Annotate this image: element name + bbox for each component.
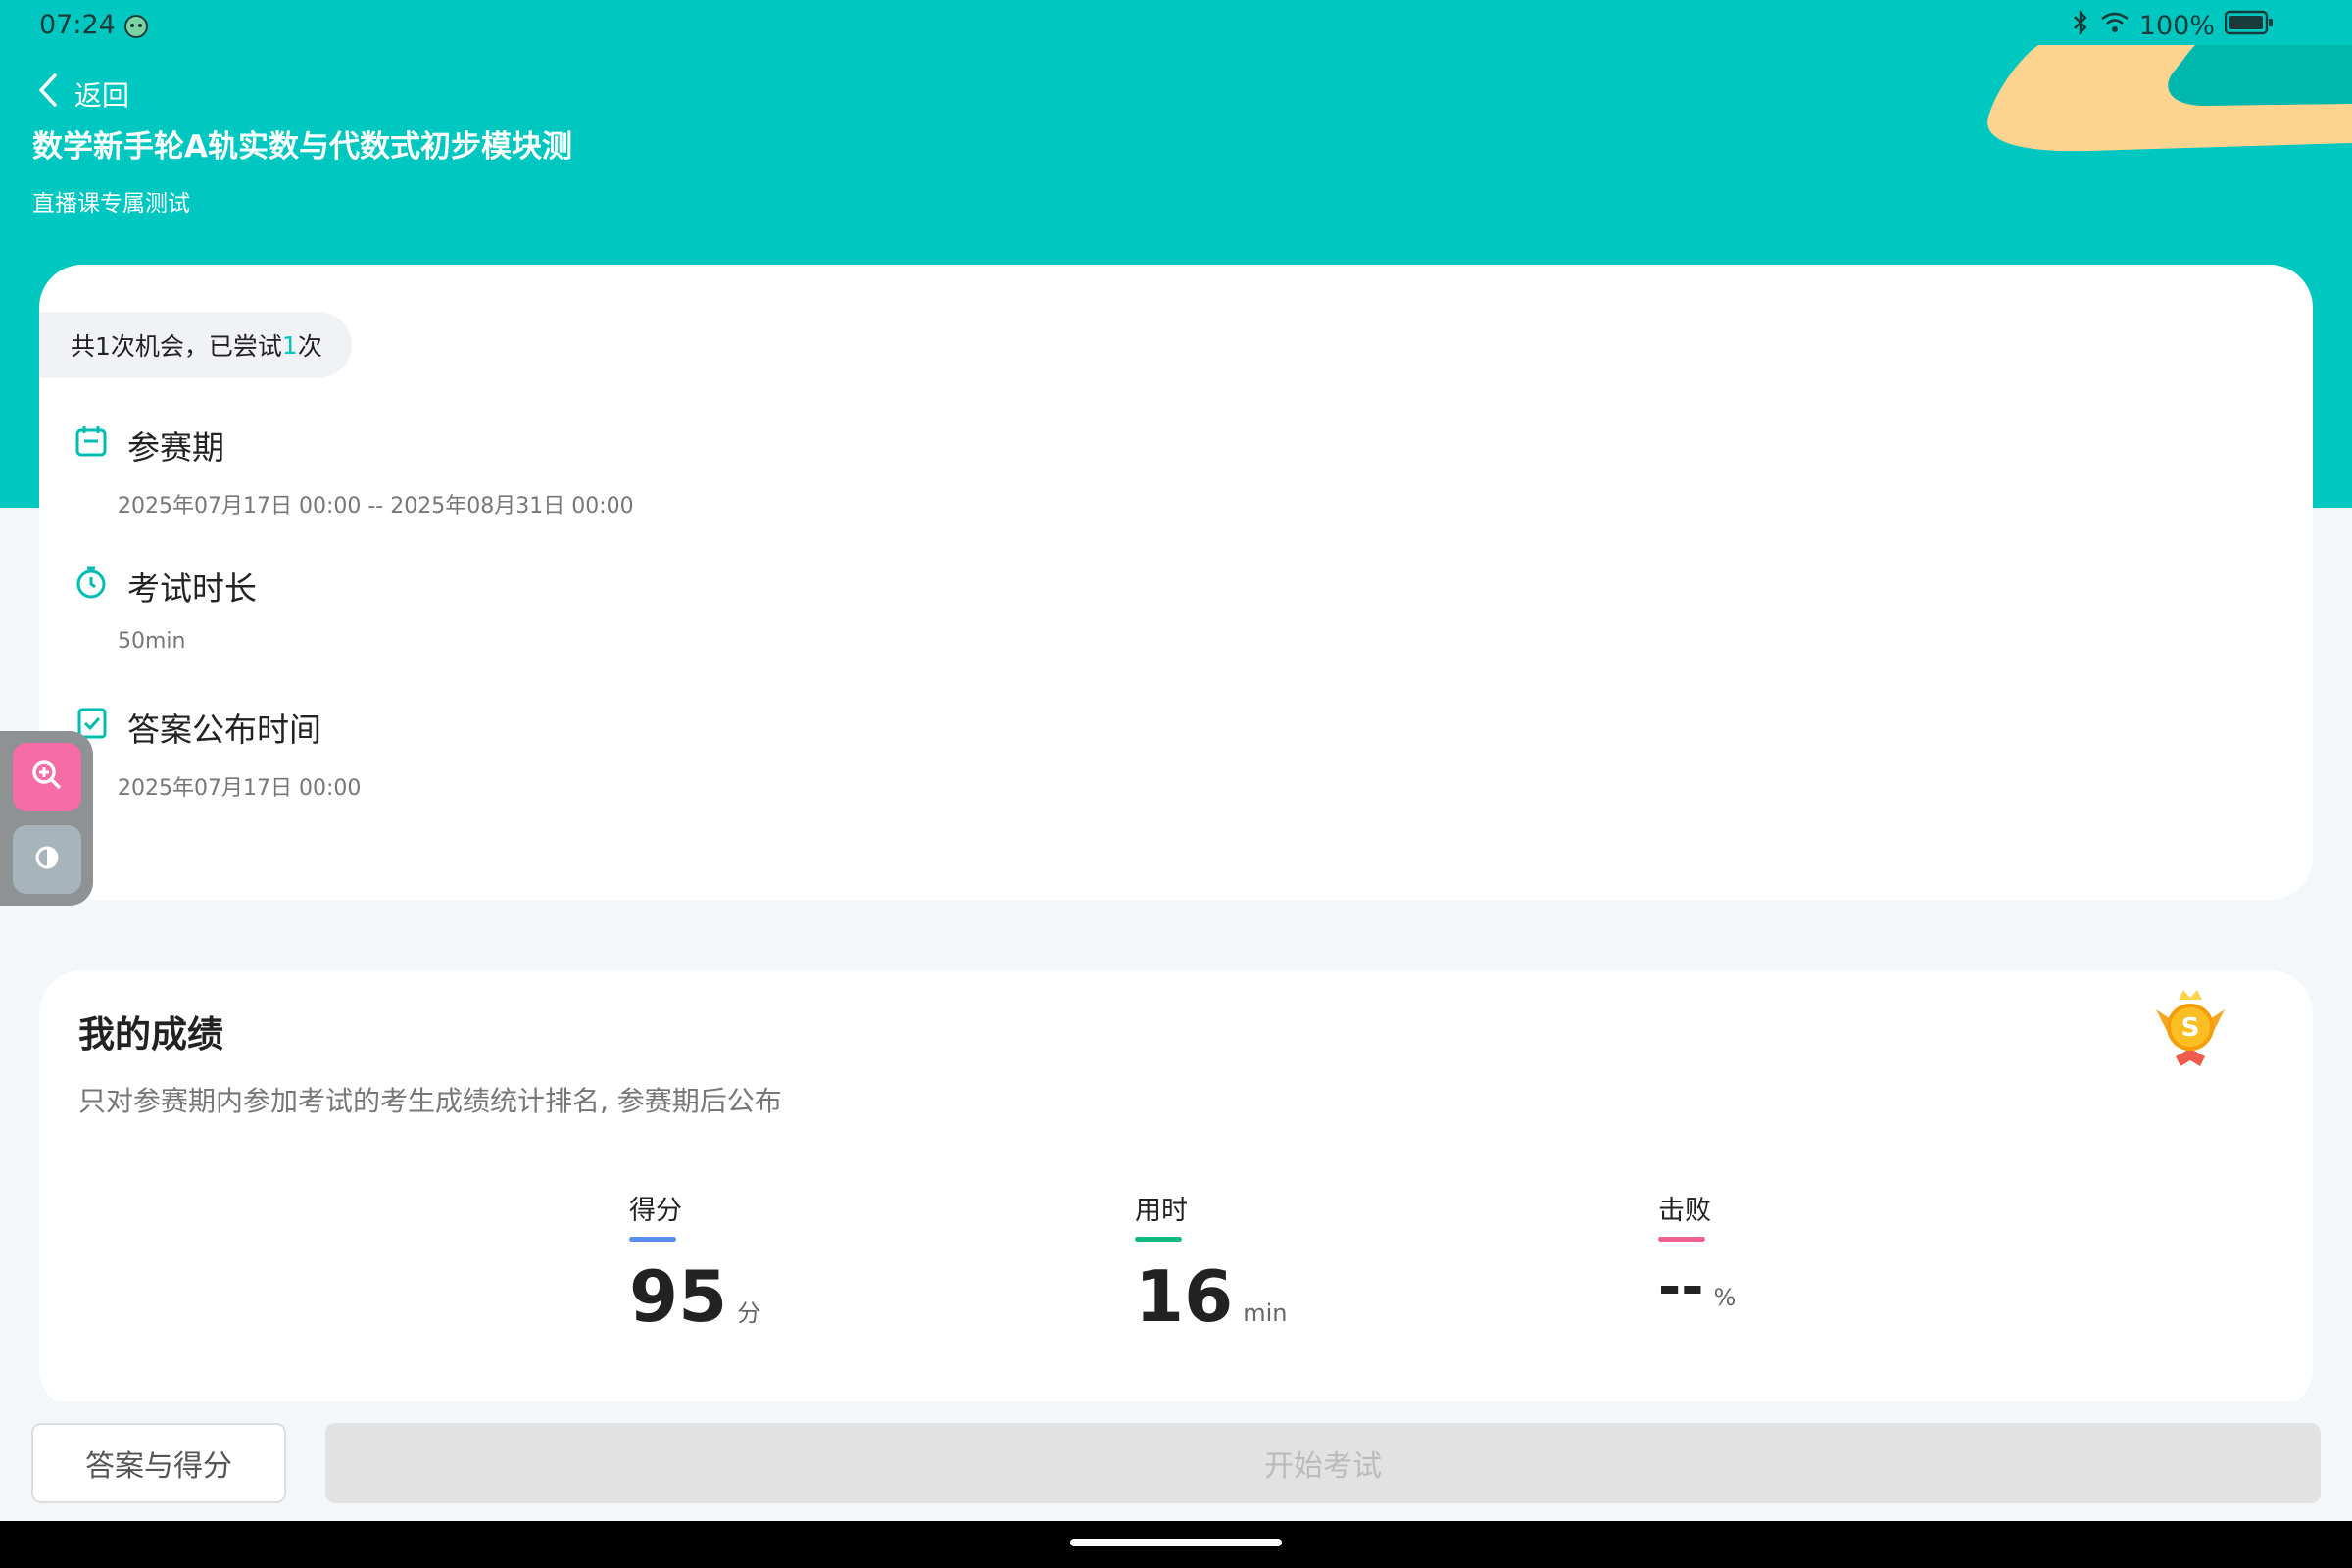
stat-underline-score xyxy=(629,1237,676,1242)
stat-label-score: 得分 xyxy=(629,1196,682,1226)
stat-value-time: 16 xyxy=(1135,1255,1234,1338)
info-label-answer-release: 答案公布时间 xyxy=(127,710,321,749)
status-time: 07:24 xyxy=(39,10,116,40)
zoom-button[interactable] xyxy=(13,743,81,811)
battery-icon xyxy=(2224,10,2274,42)
page-title: 数学新手轮A轨实数与代数式初步模块测 xyxy=(32,129,572,165)
stat-value-score: 95 xyxy=(629,1255,728,1338)
back-label: 返回 xyxy=(74,78,130,112)
score-description: 只对参赛期内参加考试的考生成绩统计排名, 参赛期后公布 xyxy=(78,1085,782,1117)
info-item-period: 参赛期 xyxy=(74,421,224,468)
stat-unit-defeat: % xyxy=(1713,1284,1737,1311)
home-gesture-handle[interactable] xyxy=(1070,1539,1282,1546)
exam-info-card xyxy=(39,265,2313,900)
battery-percent: 100% xyxy=(2138,11,2215,41)
start-exam-button[interactable]: 开始考试 xyxy=(325,1423,2321,1503)
svg-text:S: S xyxy=(2181,1013,2200,1043)
stat-underline-time xyxy=(1135,1237,1182,1242)
wifi-icon xyxy=(2100,11,2130,41)
app-mascot-icon xyxy=(122,10,151,46)
stat-value-defeat: -- xyxy=(1658,1255,1704,1319)
score-title: 我的成绩 xyxy=(78,1013,223,1055)
attempts-suffix: 次 xyxy=(297,332,322,361)
status-right: 100% xyxy=(2071,10,2274,42)
info-label-duration: 考试时长 xyxy=(127,569,257,608)
stat-score: 得分 95 分 xyxy=(629,1189,760,1338)
contrast-button[interactable] xyxy=(13,825,81,894)
info-item-duration: 考试时长 xyxy=(74,563,257,610)
header-decoration xyxy=(1987,45,2352,152)
attempts-prefix: 共1次机会，已尝试 xyxy=(71,332,282,361)
bluetooth-icon xyxy=(2071,10,2090,42)
stat-defeat: 击败 -- % xyxy=(1658,1189,1736,1319)
attempts-badge: 共1次机会，已尝试 1 次 xyxy=(39,312,352,378)
info-value-duration: 50min xyxy=(118,629,186,654)
page-subtitle: 直播课专属测试 xyxy=(32,191,190,217)
zoom-in-icon xyxy=(30,759,64,796)
contrast-icon xyxy=(34,845,60,874)
stat-label-time: 用时 xyxy=(1135,1196,1188,1226)
info-value-period: 2025年07月17日 00:00 -- 2025年08月31日 00:00 xyxy=(118,494,634,518)
info-item-answer-release: 答案公布时间 xyxy=(74,704,321,751)
calendar-icon xyxy=(74,424,108,466)
medal-icon: S xyxy=(2156,990,2225,1066)
info-label-period: 参赛期 xyxy=(127,428,224,466)
attempts-count: 1 xyxy=(281,330,298,360)
answers-and-score-button[interactable]: 答案与得分 xyxy=(31,1423,286,1503)
stopwatch-icon xyxy=(74,565,108,607)
info-value-answer-release: 2025年07月17日 00:00 xyxy=(118,776,362,801)
status-bar: 07:24 100% xyxy=(0,0,2352,49)
floating-tools-panel xyxy=(0,731,93,906)
stat-time: 用时 16 min xyxy=(1135,1189,1287,1338)
stat-underline-defeat xyxy=(1658,1237,1705,1242)
stat-label-defeat: 击败 xyxy=(1658,1196,1711,1226)
stat-unit-time: min xyxy=(1243,1299,1288,1327)
stat-unit-score: 分 xyxy=(737,1299,761,1327)
back-button[interactable]: 返回 xyxy=(37,73,129,115)
chevron-left-icon xyxy=(37,73,59,115)
